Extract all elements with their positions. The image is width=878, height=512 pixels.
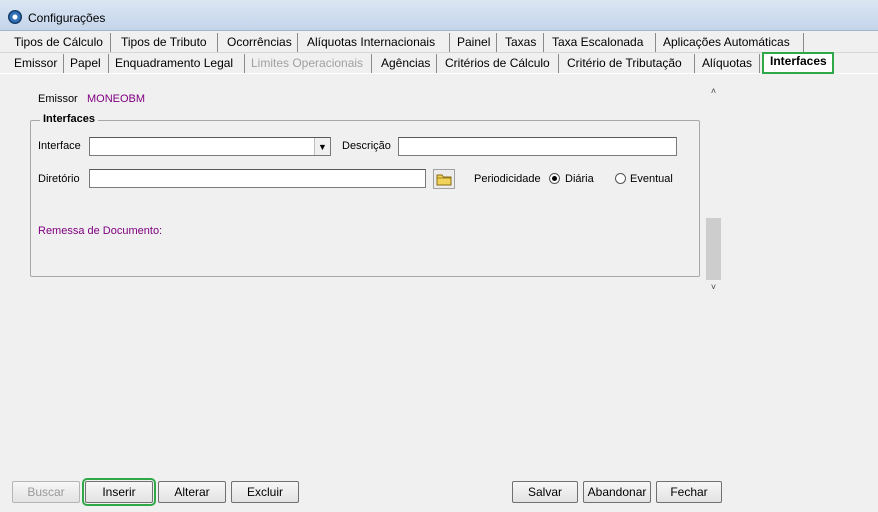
tab-painel[interactable]: Painel xyxy=(451,33,497,53)
tab-taxas[interactable]: Taxas xyxy=(499,33,544,53)
scroll-thumb[interactable] xyxy=(706,218,721,280)
remessa-label: Remessa de Documento: xyxy=(38,225,163,237)
interface-label: Interface xyxy=(38,140,81,152)
diretorio-input[interactable] xyxy=(89,169,426,188)
scroll-down-icon[interactable]: ˅ xyxy=(706,280,721,294)
radio-eventual[interactable] xyxy=(615,173,626,184)
fechar-button[interactable]: Fechar xyxy=(656,481,722,503)
window-title: Configurações xyxy=(28,11,106,25)
diretorio-label: Diretório xyxy=(38,173,80,185)
tab-enquadramento-legal[interactable]: Enquadramento Legal xyxy=(109,54,245,74)
salvar-button[interactable]: Salvar xyxy=(512,481,578,503)
descricao-input[interactable] xyxy=(398,137,677,156)
inserir-button[interactable]: Inserir xyxy=(82,478,156,506)
title-bar: Configurações xyxy=(0,0,878,31)
tab-papel[interactable]: Papel xyxy=(64,54,109,74)
interface-combobox[interactable]: ▼ xyxy=(89,137,331,156)
tab-criterio-de-tributacao[interactable]: Critério de Tributação xyxy=(561,54,695,74)
tab-tipos-de-calculo[interactable]: Tipos de Cálculo xyxy=(8,33,111,53)
alterar-button[interactable]: Alterar xyxy=(158,481,226,503)
tab-taxa-escalonada[interactable]: Taxa Escalonada xyxy=(546,33,656,53)
tab-interfaces[interactable]: Interfaces xyxy=(762,52,834,74)
tab-aliquotas-internacionais[interactable]: Alíquotas Internacionais xyxy=(301,33,450,53)
descricao-label: Descrição xyxy=(342,140,391,152)
periodicidade-label: Periodicidade xyxy=(474,173,541,185)
buscar-button: Buscar xyxy=(12,481,80,503)
folder-icon xyxy=(436,174,452,185)
abandonar-button[interactable]: Abandonar xyxy=(583,481,651,503)
tab-content-top-border xyxy=(0,73,878,74)
browse-folder-button[interactable] xyxy=(433,169,455,189)
app-icon xyxy=(8,10,22,24)
emissor-label: Emissor xyxy=(38,93,78,105)
emissor-value: MONEOBM xyxy=(87,93,146,105)
tab-aplicacoes-automaticas[interactable]: Aplicações Automáticas xyxy=(657,33,804,53)
excluir-button[interactable]: Excluir xyxy=(231,481,299,503)
tab-ocorrencias[interactable]: Ocorrências xyxy=(221,33,298,53)
scroll-up-icon[interactable]: ˄ xyxy=(706,84,721,98)
tab-row-divider xyxy=(0,52,878,53)
tab-limites-operacionais: Limites Operacionais xyxy=(245,54,372,74)
chevron-down-icon[interactable]: ▼ xyxy=(314,138,330,155)
radio-eventual-label[interactable]: Eventual xyxy=(630,173,673,185)
vertical-scrollbar[interactable]: ˄ ˅ xyxy=(706,82,721,295)
tab-agencias[interactable]: Agências xyxy=(375,54,437,74)
radio-diaria[interactable] xyxy=(549,173,560,184)
radio-diaria-label[interactable]: Diária xyxy=(565,173,594,185)
tab-criterios-de-calculo[interactable]: Critérios de Cálculo xyxy=(439,54,559,74)
tab-emissor[interactable]: Emissor xyxy=(8,54,64,74)
tab-aliquotas[interactable]: Alíquotas xyxy=(696,54,760,74)
interfaces-group-title: Interfaces xyxy=(40,113,98,125)
tab-tipos-de-tributo[interactable]: Tipos de Tributo xyxy=(115,33,218,53)
